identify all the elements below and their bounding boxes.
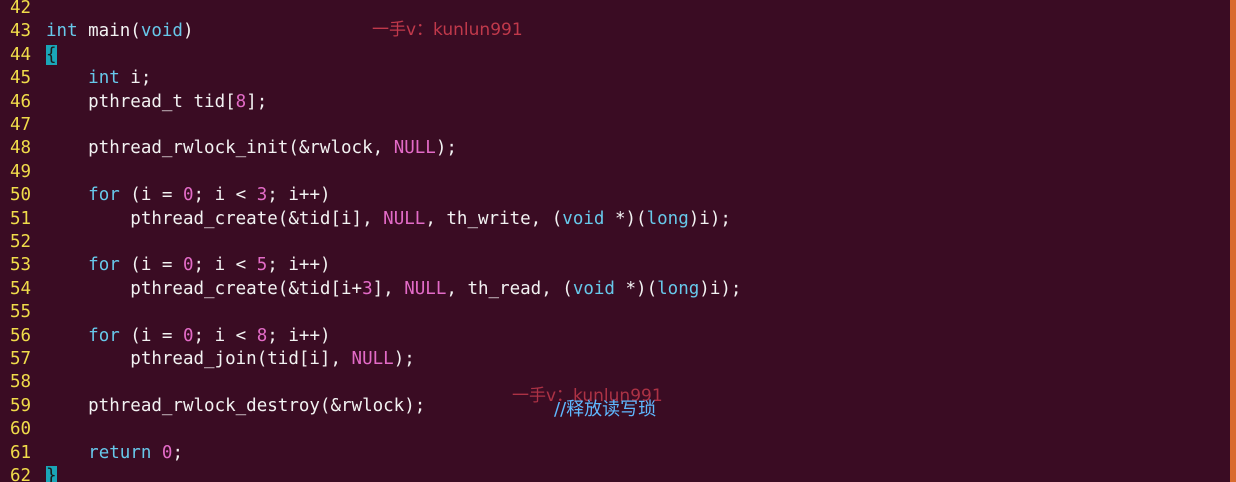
line-number: 43 [10,21,32,42]
code-text: return 0; [46,442,183,465]
code-token: for [88,325,120,346]
code-token: ); [435,138,457,159]
cursor-brace: { [46,44,57,65]
code-text: pthread_t tid[8]; [46,91,267,114]
code-token: , th_write, ( [425,208,563,229]
line-number: 51 [10,208,32,229]
code-token: 8 [256,325,268,346]
code-text: for (i = 0; i < 3; i++) [46,184,331,207]
code-token: pthread_rwlock_init(&rwlock, [46,138,394,159]
code-token: ; i < [193,325,257,346]
line-number: 49 [10,161,32,182]
code-token: 5 [256,255,268,276]
cursor-brace: } [46,466,57,482]
code-token: long [657,278,700,299]
line-number: 42 [10,0,32,18]
line-number: 62 [10,466,32,482]
code-token: (i = [119,185,183,206]
line-number: 47 [10,115,32,135]
line-number: 52 [10,232,32,252]
line-number: 50 [10,185,32,206]
code-text: for (i = 0; i < 8; i++) [46,325,331,348]
code-token: 3 [362,278,373,299]
line-number: 48 [10,138,32,159]
code-token: 3 [256,185,268,206]
line-number: 44 [10,44,32,65]
code-token: NULL [404,278,447,299]
code-token: void [562,208,605,229]
watermark-top: 一手v：kunlun991 [372,20,523,40]
code-token: pthread_rwlock_destroy(&rwlock); [46,395,426,416]
code-token: 8 [235,91,247,112]
code-token: pthread_join(tid[i], [46,349,352,369]
code-token: ; i < [193,255,257,276]
code-token: *)( [604,208,647,229]
code-token: int [46,21,78,42]
code-token: for [88,185,120,206]
code-text: int main(void) [46,20,194,43]
code-token: ) [182,21,194,42]
code-token: i; [119,68,152,89]
line-number: 57 [10,349,32,369]
code-token: ; i++) [267,255,331,276]
line-number: 53 [10,255,32,276]
code-text: pthread_create(&tid[i+3], NULL, th_read,… [46,278,741,301]
code-token: main( [77,21,141,42]
code-token: pthread_create(&tid[i+ [46,278,363,299]
code-token: )i); [688,208,731,229]
code-text: } [46,465,57,482]
code-text: pthread_rwlock_init(&rwlock, NULL); [46,137,457,160]
code-token: ; [172,442,184,463]
code-token: ; i++) [267,185,331,206]
code-token: *)( [614,278,658,299]
code-token: return [88,442,152,463]
code-token: 0 [182,255,194,276]
code-text: pthread_rwlock_destroy(&rwlock); [46,395,425,418]
code-token: (i = [119,255,183,276]
code-token: pthread_t tid[ [46,91,236,112]
line-number: 55 [10,302,32,323]
code-comment: //释放读写琐 [554,399,657,420]
line-number: 61 [10,442,32,463]
code-token: 0 [182,325,194,346]
code-token: pthread_create(&tid[i], [46,208,384,229]
code-token: ; i++) [267,325,331,346]
line-number: 54 [10,278,32,299]
code-token: NULL [393,138,436,159]
code-token: 0 [161,442,173,463]
code-text: pthread_join(tid[i], NULL); [46,348,415,371]
line-number: 59 [10,395,32,416]
code-token: ]; [246,91,268,112]
code-token: )i); [699,278,742,299]
code-token: , th_read, ( [446,278,573,299]
code-token: void [140,21,183,42]
code-text: int i; [46,67,151,90]
code-token: NULL [383,208,426,229]
code-text: for (i = 0; i < 5; i++) [46,254,331,277]
code-token: (i = [119,325,183,346]
line-number: 45 [10,68,32,89]
code-token: 0 [182,185,194,206]
line-number: 56 [10,325,32,346]
code-token: long [646,208,689,229]
code-text: { [46,44,57,67]
code-text: pthread_create(&tid[i], NULL, th_write, … [46,208,731,231]
code-token: int [88,68,120,89]
line-number: 60 [10,419,32,440]
code-token: ); [393,349,415,369]
code-token: void [572,278,615,299]
code-token: NULL [351,349,394,369]
line-number: 46 [10,91,32,112]
code-token: ], [372,278,405,299]
code-token: for [88,255,120,276]
code-token: ; i < [193,185,257,206]
line-number: 58 [10,372,32,393]
